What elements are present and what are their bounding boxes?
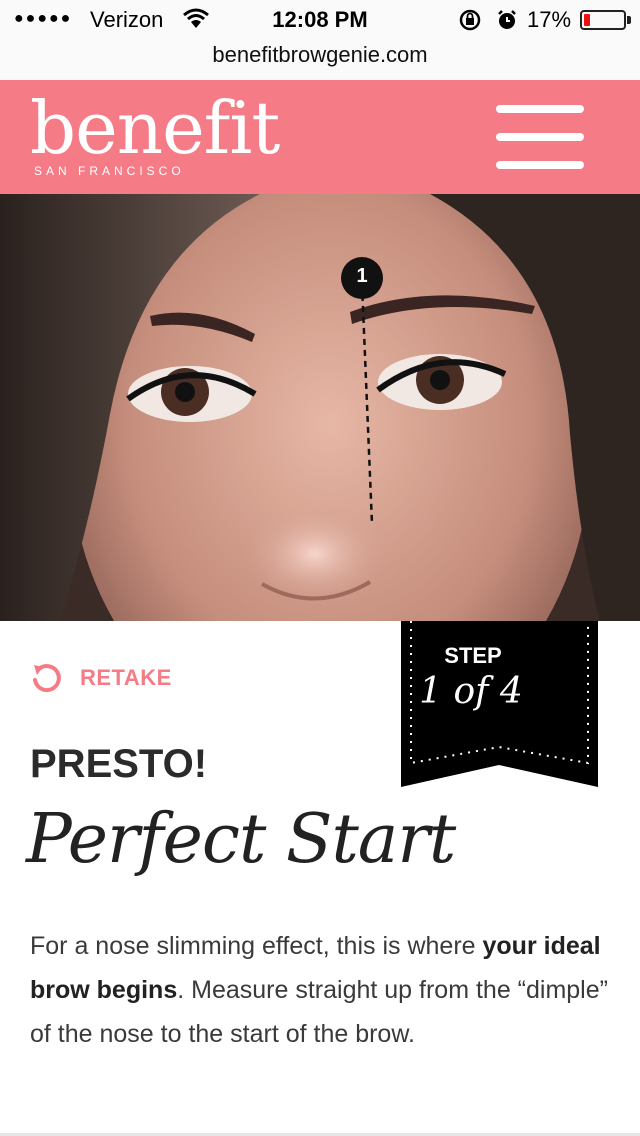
step-count: 1 of 4 <box>419 671 523 712</box>
step-label: STEP <box>444 643 502 668</box>
rotation-lock-icon <box>458 8 484 38</box>
battery-icon <box>580 10 626 30</box>
retake-label[interactable]: RETAKE <box>80 665 172 691</box>
address-bar[interactable]: benefitbrowgenie.com <box>0 40 640 81</box>
alarm-icon <box>495 8 519 38</box>
presto-heading: PRESTO! <box>30 742 208 786</box>
step-ribbon: STEP 1 of 4 <box>401 621 598 787</box>
status-bar: ●●●●● Verizon 12:08 PM 17% <box>0 0 640 40</box>
retake-icon[interactable] <box>30 662 62 694</box>
benefit-logo[interactable]: benefit SAN FRANCISCO <box>30 86 280 178</box>
site-header: benefit SAN FRANCISCO <box>0 80 640 194</box>
url-text[interactable]: benefitbrowgenie.com <box>212 42 427 67</box>
brow-marker-label: 1 <box>356 265 368 287</box>
battery-nub <box>627 16 631 24</box>
battery-level <box>584 14 590 26</box>
battery-percent: 17% <box>527 7 572 32</box>
instruction-text: For a nose slimming effect, this is wher… <box>30 924 622 1056</box>
page-title: Perfect Start <box>26 800 456 879</box>
face-photo: 1 <box>0 194 640 621</box>
instruction-part-1: For a nose slimming effect, this is wher… <box>30 932 483 960</box>
brand-wordmark: benefit <box>30 86 280 170</box>
hamburger-menu-icon[interactable] <box>496 105 584 169</box>
retake-button[interactable]: RETAKE <box>30 662 172 694</box>
